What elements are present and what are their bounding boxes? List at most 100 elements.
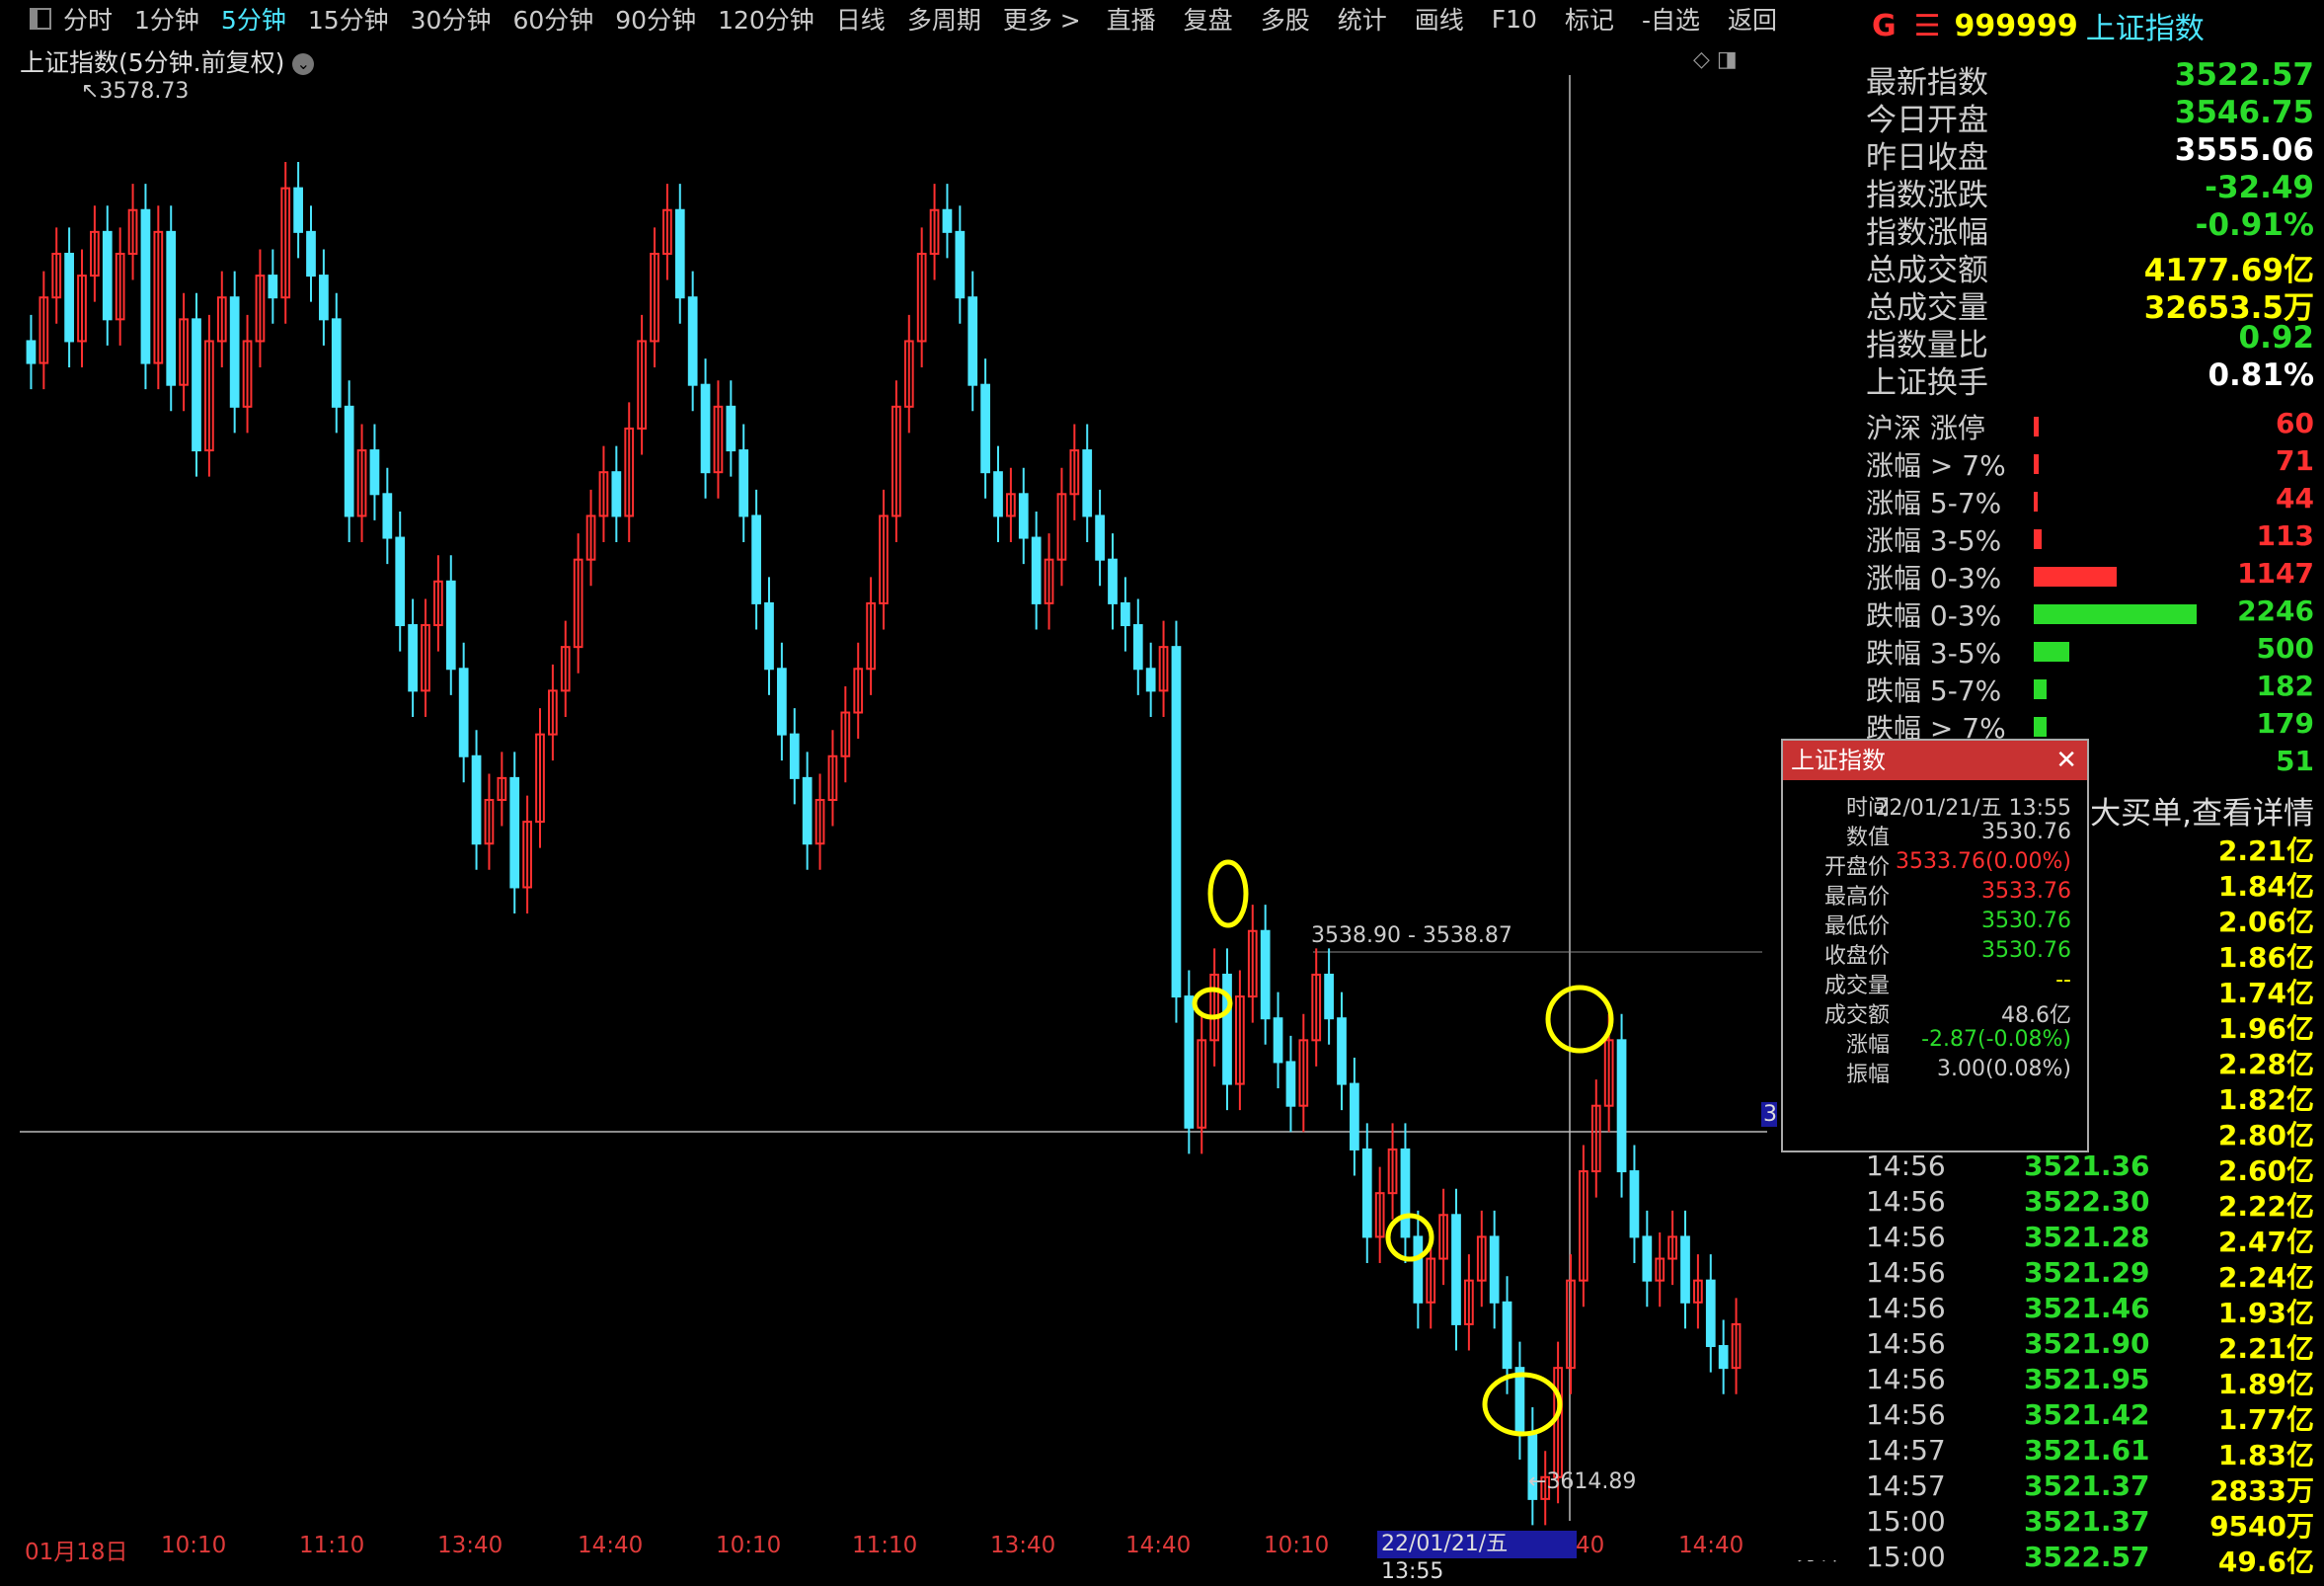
breadth-row: 跌幅 3-5% 500 <box>1866 632 2320 670</box>
breadth-value: 113 <box>2256 519 2314 552</box>
tooltip-value: 3530.76 <box>1981 938 2071 963</box>
tool-button-2[interactable]: 多股 <box>1261 1 1310 37</box>
tooltip-key: 开盘价 <box>1823 855 1890 880</box>
candlestick-chart[interactable] <box>0 59 1777 1560</box>
breadth-value: 60 <box>2276 407 2314 439</box>
tick-amount: 2.06亿 <box>2217 906 2314 938</box>
candle-body <box>1629 1170 1640 1238</box>
candle-body <box>1502 1301 1512 1370</box>
tooltip-row: 收盘价 3530.76 <box>1783 938 2079 969</box>
tab-0[interactable]: 分时 <box>63 1 113 37</box>
quote-row: 总成交量 32653.5万 <box>1866 282 2320 326</box>
group-badge[interactable]: G <box>1872 9 1897 43</box>
tool-button-1[interactable]: 复盘 <box>1184 1 1233 37</box>
tick-row: 14:56 3521.90 2.21亿 <box>1866 1327 2320 1365</box>
tab-6[interactable]: 90分钟 <box>615 1 696 37</box>
candle-body <box>408 624 418 692</box>
tab-1[interactable]: 1分钟 <box>134 1 199 37</box>
time-tick-label: 10:10 <box>716 1533 782 1558</box>
quote-value: 3522.57 <box>2174 57 2314 93</box>
tooltip-row: 最低价 3530.76 <box>1783 909 2079 939</box>
breadth-bar <box>2034 454 2039 474</box>
tool-button-4[interactable]: 画线 <box>1415 1 1464 37</box>
candle-body <box>1132 624 1143 671</box>
chart-tools: 直播 复盘 多股 统计 画线 F10 标记 -自选 返回 <box>1079 0 1777 38</box>
tab-7[interactable]: 120分钟 <box>718 1 814 37</box>
breadth-row: 跌幅 0-3% 2246 <box>1866 595 2320 632</box>
tick-amount: 9540万 <box>2209 1510 2314 1543</box>
breadth-value: 1147 <box>2237 557 2314 590</box>
tab-3[interactable]: 15分钟 <box>308 1 389 37</box>
tick-row: 14:56 3521.46 1.93亿 <box>1866 1292 2320 1329</box>
tab-9[interactable]: 多周期 <box>907 1 981 37</box>
candle-body <box>1018 493 1029 539</box>
quote-row: 昨日收盘 3555.06 <box>1866 132 2320 176</box>
tick-price: 3522.57 <box>2024 1541 2150 1573</box>
tool-button-5[interactable]: F10 <box>1492 5 1537 34</box>
candle-body <box>140 208 151 364</box>
candle-body <box>166 230 177 386</box>
candle-body <box>777 668 787 736</box>
candle-body <box>268 275 278 299</box>
candle-body <box>1273 1017 1283 1064</box>
tooltip-value: -2.87(-0.08%) <box>1921 1027 2071 1052</box>
tab-10[interactable]: 更多 > <box>1003 1 1081 37</box>
breadth-bar <box>2034 717 2048 737</box>
breadth-label: 沪深 涨停 <box>1866 412 1985 444</box>
cursor-date-tail: 40 <box>1576 1533 1605 1558</box>
cursor-date: 22/01/21/五 13:55 <box>1377 1531 1577 1584</box>
candle-body <box>26 340 37 364</box>
low-annotation: ←3614.89 <box>1528 1469 1637 1494</box>
breadth-label: 跌幅 0-3% <box>1866 599 2002 632</box>
tick-amount: 1.77亿 <box>2217 1403 2314 1436</box>
candle-body <box>1324 973 1334 1020</box>
breadth-bar <box>2034 642 2070 662</box>
marker-circle <box>1207 859 1249 928</box>
quote-value: -0.91% <box>2195 207 2314 243</box>
tooltip-row: 振幅 3.00(0.08%) <box>1783 1057 2079 1087</box>
tick-row: 15:00 3521.37 9540万 <box>1866 1505 2320 1543</box>
candle-body <box>1145 668 1156 692</box>
candle-body <box>192 318 201 452</box>
quote-label: 上证换手 <box>1866 365 1988 401</box>
candle-body <box>1108 558 1118 604</box>
tick-time: 14:56 <box>1866 1398 1946 1431</box>
candle-body <box>1082 449 1093 517</box>
tab-4[interactable]: 30分钟 <box>411 1 492 37</box>
quote-value: 3546.75 <box>2174 95 2314 130</box>
quote-row: 指数量比 0.92 <box>1866 320 2320 363</box>
tooltip-header: 上证指数 ✕ <box>1783 741 2087 780</box>
tick-amount: 2.47亿 <box>2217 1226 2314 1258</box>
candle-body <box>1680 1235 1690 1304</box>
tick-time: 14:56 <box>1866 1256 1946 1289</box>
tool-button-0[interactable]: 直播 <box>1107 1 1156 37</box>
quote-row: 上证换手 0.81% <box>1866 357 2320 401</box>
tool-button-3[interactable]: 统计 <box>1338 1 1387 37</box>
breadth-value: 2246 <box>2237 595 2314 627</box>
tab-5[interactable]: 60分钟 <box>512 1 593 37</box>
candle-body <box>64 252 74 343</box>
tooltip-title: 上证指数 <box>1791 747 1886 774</box>
breadth-value: 500 <box>2256 632 2314 665</box>
low-value: 3614.89 <box>1546 1469 1637 1494</box>
candle-body <box>382 493 393 539</box>
tool-button-7[interactable]: -自选 <box>1642 1 1700 37</box>
tick-time: 14:57 <box>1866 1434 1946 1467</box>
candle-body <box>993 471 1003 517</box>
breadth-row: 涨幅 5-7% 44 <box>1866 482 2320 519</box>
tool-button-8[interactable]: 返回 <box>1728 1 1777 37</box>
tab-2[interactable]: 5分钟 <box>221 1 286 37</box>
tab-8[interactable]: 日线 <box>836 1 886 37</box>
candle-body <box>1171 646 1182 998</box>
breadth-value: 44 <box>2276 482 2314 515</box>
candle-body <box>764 601 774 671</box>
close-icon[interactable]: ✕ <box>2055 741 2077 780</box>
tool-button-6[interactable]: 标记 <box>1565 1 1614 37</box>
stock-code: 999999 <box>1954 8 2078 43</box>
sidebar-toggle-icon[interactable] <box>30 8 51 30</box>
tick-row: 14:56 3521.95 1.89亿 <box>1866 1363 2320 1400</box>
tick-price: 3521.36 <box>2024 1150 2150 1182</box>
menu-icon[interactable]: ☰ <box>1914 9 1941 43</box>
time-tick-label: 11:10 <box>852 1533 918 1558</box>
time-tick-label: 13:40 <box>437 1533 504 1558</box>
